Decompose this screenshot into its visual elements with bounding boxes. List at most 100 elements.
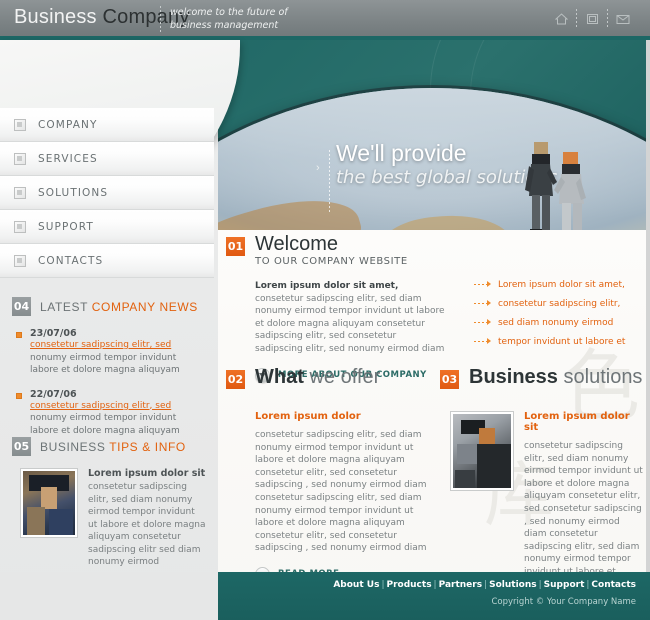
nav-item-services[interactable]: SERVICES (0, 142, 214, 176)
list-item[interactable]: sed diam nonumy eirmod (474, 318, 649, 328)
tagline-line-1: welcome to the future of (170, 7, 288, 18)
tagline-line-2: business management (170, 20, 279, 31)
avatar (20, 468, 78, 538)
footer-link-about-us[interactable]: About Us (333, 580, 379, 590)
hero-accent-rule (329, 150, 330, 212)
welcome-body-rest: consetetur sadipscing elitr, sed diam no… (255, 293, 445, 354)
section-title-bold: Business (469, 366, 558, 388)
footer-link-partners[interactable]: Partners (439, 580, 482, 590)
nav-square-icon (14, 254, 26, 267)
tip-text: Lorem ipsum dolor sit consetetur sadipsc… (88, 468, 206, 569)
offer-subheading: Lorem ipsum dolor (255, 411, 361, 422)
site-tagline: welcome to the future of business manage… (170, 6, 350, 32)
news-summary: consetetur sadipscing elitr, sed nonumy … (30, 339, 202, 377)
latest-news-block: 04 LATEST COMPANY NEWS 23/07/06 consetet… (0, 297, 218, 449)
logo-part-one: Business (14, 6, 97, 28)
section-badge: 01 (226, 237, 245, 256)
section-badge: 03 (440, 370, 459, 389)
footer-links: About Us | Products | Partners | Solutions | Sup… (333, 580, 636, 590)
nav-item-support[interactable]: SUPPORT (0, 210, 214, 244)
nav-item-solutions[interactable]: SOLUTIONS (0, 176, 214, 210)
tip-content: Lorem ipsum dolor sit consetetur sadipsc… (20, 468, 218, 569)
mail-icon[interactable] (608, 8, 638, 30)
section-title-light: we offer (309, 366, 381, 388)
arrow-tip-icon (487, 319, 491, 325)
list-item-label: tempor invidunt ut labore et (498, 337, 626, 347)
dotted-arrow-icon (474, 303, 487, 304)
section-subtitle: TO OUR COMPANY WEBSITE (255, 256, 408, 267)
site-logo[interactable]: Business Company (14, 6, 190, 29)
site-footer: About Us | Products | Partners | Solutions | Sup… (218, 572, 650, 620)
offer-body: consetetur sadipscing elitr, sed diam no… (255, 430, 427, 554)
section-title-orange: COMPANY NEWS (91, 299, 198, 314)
section-badge: 05 (12, 437, 31, 456)
list-item[interactable]: Lorem ipsum dolor sit amet, (474, 280, 649, 290)
welcome-body-lead: Lorem ipsum dolor sit amet, (255, 281, 399, 291)
section-badge: 04 (12, 297, 31, 316)
footer-separator: | (433, 580, 437, 590)
home-icon[interactable] (546, 8, 576, 30)
business-solutions-heading: 03 Business solutions (440, 367, 645, 389)
welcome-link-list: Lorem ipsum dolor sit amet, consetetur s… (474, 280, 649, 356)
footer-separator: | (538, 580, 542, 590)
print-icon[interactable] (577, 8, 607, 30)
news-text: nonumy eirmod tempor invidunt labore et … (30, 352, 180, 376)
section-title: What we offer (255, 367, 380, 388)
nav-square-icon (14, 152, 26, 165)
solutions-body-block: Lorem ipsum dolor sit consetetur sadipsc… (450, 411, 645, 579)
section-title: Welcome (255, 233, 338, 255)
solutions-text: Lorem ipsum dolor sit consetetur sadipsc… (524, 411, 644, 579)
footer-link-contacts[interactable]: Contacts (591, 580, 636, 590)
section-title-bold: What (255, 366, 304, 388)
news-text: nonumy eirmod tempor invidunt labore et … (30, 413, 180, 436)
nav-square-icon (14, 186, 26, 199)
section-title: Business solutions (469, 367, 642, 388)
square-bullet-icon (16, 332, 22, 338)
solutions-body: consetetur sadipscing elitr, sed diam no… (524, 441, 643, 577)
news-link[interactable]: consetetur sadipscing elitr, sed (30, 340, 171, 350)
news-date: 23/07/06 (30, 328, 77, 339)
section-title: BUSINESS TIPS & INFO (40, 440, 186, 454)
list-item-label: sed diam nonumy eirmod (498, 318, 614, 328)
nav-item-contacts[interactable]: CONTACTS (0, 244, 214, 278)
hero-chevron-icon: › (316, 162, 320, 174)
main-navigation: COMPANY SERVICES SOLUTIONS SUPPORT CONTA… (0, 108, 214, 278)
footer-sidebar-filler (0, 572, 218, 620)
nav-item-label: SUPPORT (38, 220, 94, 233)
list-item[interactable]: tempor invidunt ut labore et (474, 337, 649, 347)
nav-item-label: SOLUTIONS (38, 186, 109, 199)
news-item[interactable]: 23/07/06 consetetur sadipscing elitr, se… (16, 328, 218, 377)
news-item[interactable]: 22/07/06 consetetur sadipscing elitr, se… (16, 389, 218, 438)
list-item-label: consetetur sadipscing elitr, (498, 299, 621, 309)
business-tips-heading: 05 BUSINESS TIPS & INFO (0, 437, 218, 456)
footer-link-products[interactable]: Products (386, 580, 431, 590)
nav-item-label: SERVICES (38, 152, 98, 165)
welcome-heading: 01 Welcome TO OUR COMPANY WEBSITE (226, 234, 646, 267)
nav-item-company[interactable]: COMPANY (0, 108, 214, 142)
footer-link-solutions[interactable]: Solutions (489, 580, 537, 590)
news-link[interactable]: consetetur sadipscing elitr, sed (30, 401, 171, 411)
solutions-photo (450, 411, 514, 491)
list-item[interactable]: consetetur sadipscing elitr, (474, 299, 649, 309)
section-title-gray: LATEST (40, 299, 88, 314)
arrow-tip-icon (487, 300, 491, 306)
welcome-title-group: Welcome TO OUR COMPANY WEBSITE (255, 233, 408, 268)
square-bullet-icon (16, 392, 22, 399)
businessman-right-figure (554, 152, 586, 230)
header-divider (160, 6, 161, 32)
site-header: Business Company welcome to the future o… (0, 0, 650, 40)
header-icon-group (546, 8, 638, 30)
what-we-offer-section: 02 What we offer Lorem ipsum dolor conse… (226, 367, 431, 582)
business-solutions-section: 03 Business solutions Lorem ipsum dolor … (440, 367, 645, 604)
welcome-section: 01 Welcome TO OUR COMPANY WEBSITE Lorem … (226, 234, 646, 383)
dotted-arrow-icon (474, 341, 487, 342)
nav-square-icon (14, 118, 26, 131)
arrow-tip-icon (487, 338, 491, 344)
section-title-gray: BUSINESS (40, 439, 106, 454)
copyright-text: Copyright © Your Company Name (491, 597, 637, 607)
latest-news-heading: 04 LATEST COMPANY NEWS (0, 297, 218, 316)
dotted-arrow-icon (474, 322, 487, 323)
footer-link-support[interactable]: Support (544, 580, 585, 590)
what-we-offer-heading: 02 What we offer (226, 367, 431, 389)
nav-item-label: CONTACTS (38, 254, 104, 267)
